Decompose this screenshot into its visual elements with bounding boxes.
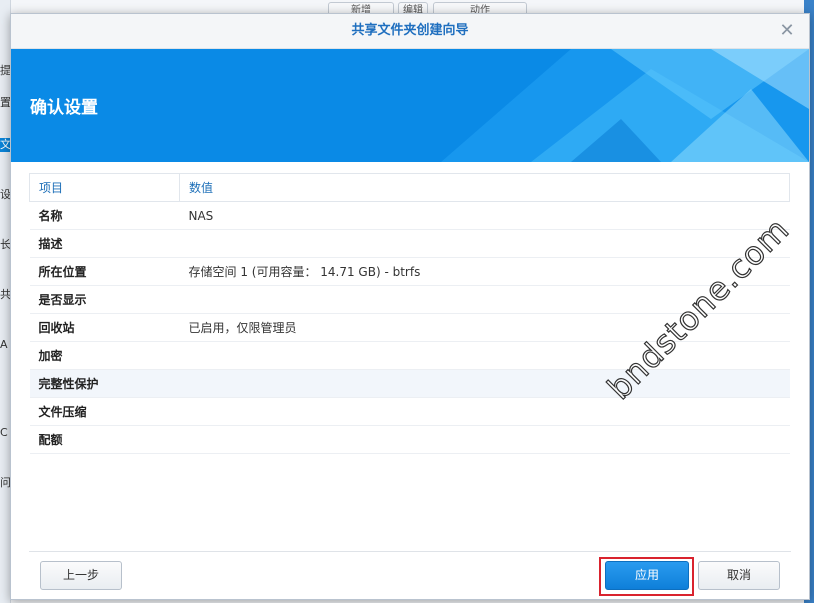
- row-value: NAS: [179, 201, 790, 230]
- dialog-titlebar[interactable]: 共享文件夹创建向导 ✕: [11, 14, 809, 49]
- row-value: [179, 397, 790, 426]
- banner-background: [11, 49, 809, 162]
- banner-title: 确认设置: [30, 98, 98, 118]
- row-value: [179, 369, 790, 398]
- table-row[interactable]: 所在位置 存储空间 1 (可用容量： 14.71 GB) - btrfs: [29, 257, 790, 286]
- row-item: 名称: [29, 201, 180, 230]
- bg-sidebar-item[interactable]: A: [0, 338, 10, 352]
- column-header-value[interactable]: 数值: [179, 173, 790, 202]
- bg-sidebar-item[interactable]: C: [0, 426, 10, 440]
- row-item: 配额: [29, 425, 180, 454]
- row-value: [179, 425, 790, 454]
- row-item: 描述: [29, 229, 180, 258]
- row-item: 回收站: [29, 313, 180, 342]
- bg-sidebar-item[interactable]: 文件: [0, 138, 10, 152]
- bg-sidebar-item[interactable]: 共: [0, 288, 10, 302]
- close-icon[interactable]: ✕: [777, 21, 797, 41]
- column-header-item[interactable]: 项目: [29, 173, 180, 202]
- row-item: 完整性保护: [29, 369, 180, 398]
- dialog-title: 共享文件夹创建向导: [351, 23, 469, 38]
- bg-sidebar-item[interactable]: 设: [0, 188, 10, 202]
- row-item: 是否显示: [29, 285, 180, 314]
- bg-sidebar-item[interactable]: 提: [0, 64, 10, 78]
- row-item: 文件压缩: [29, 397, 180, 426]
- table-row[interactable]: 描述: [29, 229, 790, 258]
- bg-sidebar-item[interactable]: 长: [0, 238, 10, 252]
- wizard-banner: 确认设置: [11, 49, 809, 162]
- table-row[interactable]: 文件压缩: [29, 397, 790, 426]
- footer-divider: [29, 551, 791, 552]
- previous-button[interactable]: 上一步: [40, 561, 122, 590]
- row-value: [179, 229, 790, 258]
- row-item: 所在位置: [29, 257, 180, 286]
- apply-button[interactable]: 应用: [605, 561, 689, 590]
- bg-sidebar-item[interactable]: 问: [0, 476, 10, 490]
- table-row[interactable]: 配额: [29, 425, 790, 454]
- cancel-button[interactable]: 取消: [698, 561, 780, 590]
- table-row[interactable]: 名称 NAS: [29, 201, 790, 230]
- bg-sidebar-item[interactable]: 置: [0, 96, 10, 110]
- row-item: 加密: [29, 341, 180, 370]
- row-value: [179, 341, 790, 370]
- table-row[interactable]: 完整性保护: [29, 369, 790, 398]
